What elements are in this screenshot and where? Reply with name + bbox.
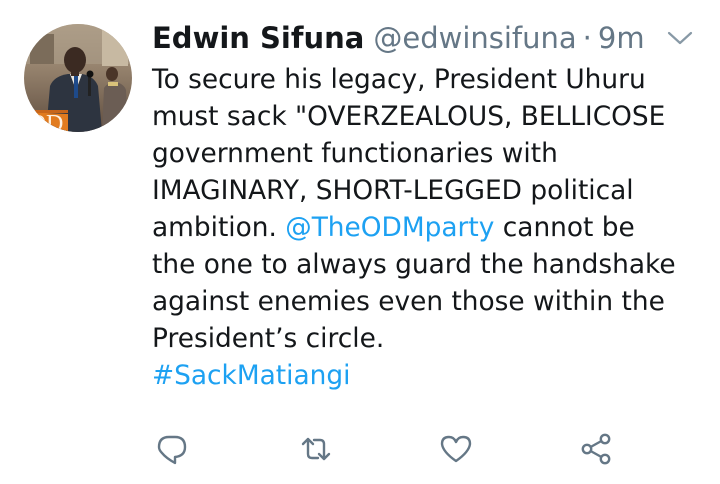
share-icon bbox=[581, 433, 611, 465]
tweet-text-line: IMAGINARY, SHORT-LEGGED political bbox=[152, 172, 700, 209]
author-handle[interactable]: @edwinsifuna bbox=[373, 16, 576, 60]
tweet-content: Edwin Sifuna @edwinsifuna · 9m To secure… bbox=[152, 16, 700, 394]
tweet-text-line: To secure his legacy, President Uhuru bbox=[152, 61, 700, 98]
tweet-text-segment: against enemies even those within the bbox=[152, 286, 665, 317]
author-name[interactable]: Edwin Sifuna bbox=[152, 16, 364, 60]
tweet-text-line: #SackMatiangi bbox=[152, 357, 700, 394]
tweet-text-line: ambition. @TheODMparty cannot be bbox=[152, 209, 700, 246]
avatar[interactable]: OD bbox=[24, 24, 132, 132]
timestamp[interactable]: 9m bbox=[598, 16, 645, 60]
tweet-text-segment: President’s circle. bbox=[152, 323, 385, 354]
tweet-text-line: President’s circle. bbox=[152, 320, 700, 357]
tweet-text-segment: ambition. bbox=[152, 212, 286, 243]
avatar-photo: OD bbox=[24, 24, 132, 132]
tweet-text-line: government functionaries with bbox=[152, 135, 700, 172]
tweet-text-line: the one to always guard the handshake bbox=[152, 246, 700, 283]
hashtag-link[interactable]: #SackMatiangi bbox=[152, 360, 350, 391]
tweet-text-line: against enemies even those within the bbox=[152, 283, 700, 320]
tweet-card[interactable]: OD Edwin Sifuna @edwinsifuna · 9m To sec… bbox=[0, 0, 720, 484]
mention-link[interactable]: @TheODMparty bbox=[285, 212, 494, 243]
tweet-text-segment: the one to always guard the handshake bbox=[152, 249, 676, 280]
tweet-text: To secure his legacy, President Uhuru mus… bbox=[152, 61, 700, 394]
retweet-icon bbox=[301, 437, 331, 461]
separator-dot: · bbox=[582, 21, 592, 55]
like-button[interactable] bbox=[439, 432, 473, 466]
reply-icon bbox=[157, 435, 187, 465]
tweet-header: Edwin Sifuna @edwinsifuna · 9m bbox=[152, 16, 700, 60]
tweet-text-segment: cannot be bbox=[494, 212, 635, 243]
tweet-text-segment: government functionaries with bbox=[152, 138, 558, 169]
more-options-button[interactable] bbox=[666, 28, 694, 48]
reply-button[interactable] bbox=[155, 432, 189, 466]
tweet-text-segment: To secure his legacy, President Uhuru bbox=[152, 64, 646, 95]
chevron-down-icon bbox=[667, 31, 693, 45]
tweet-text-segment: IMAGINARY, SHORT-LEGGED political bbox=[152, 175, 634, 206]
tweet-text-segment: must sack "OVERZEALOUS, BELLICOSE bbox=[152, 101, 666, 132]
tweet-text-line: must sack "OVERZEALOUS, BELLICOSE bbox=[152, 98, 700, 135]
avatar-sign-text: OD bbox=[29, 111, 64, 132]
heart-icon bbox=[440, 435, 472, 463]
retweet-button[interactable] bbox=[299, 432, 333, 466]
share-button[interactable] bbox=[579, 432, 613, 466]
